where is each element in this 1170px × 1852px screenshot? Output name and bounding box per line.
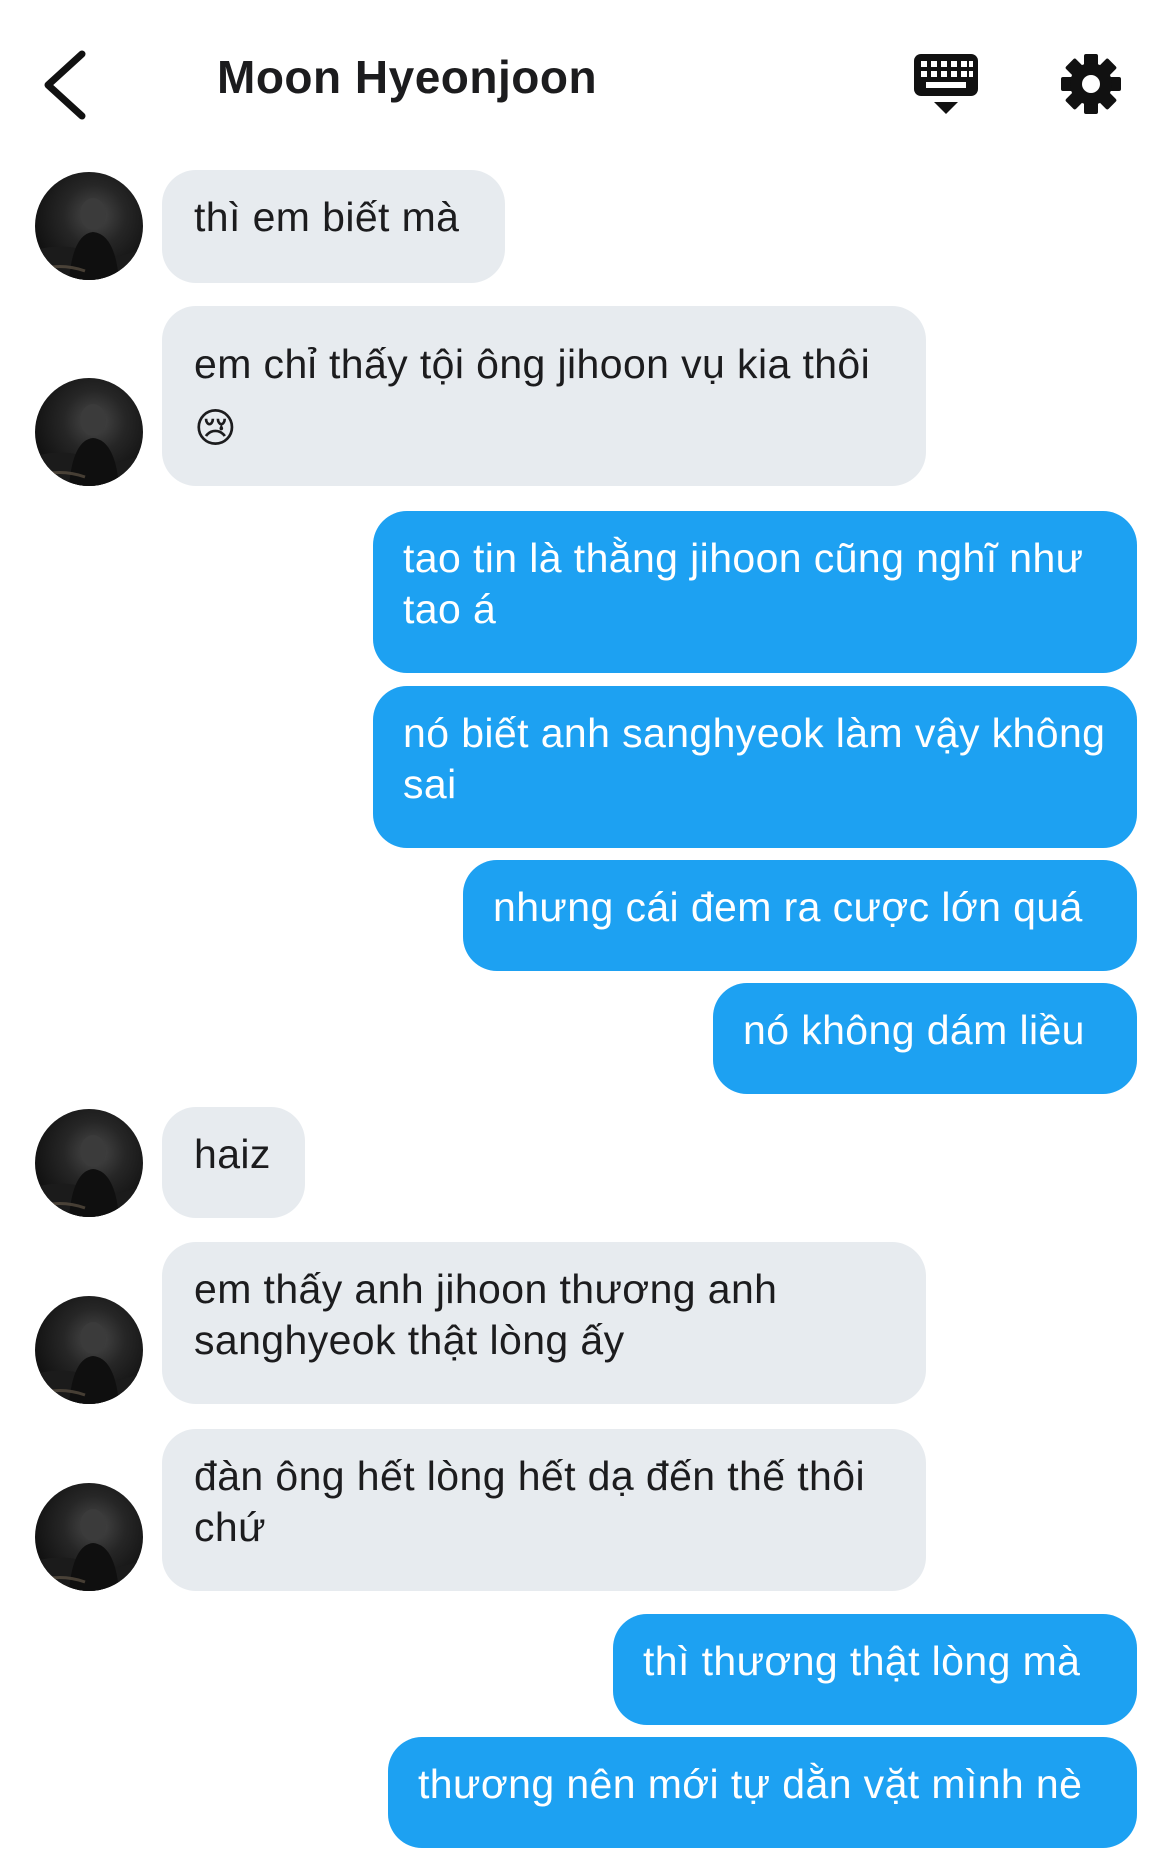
message-bubble-outgoing[interactable]: thương nên mới tự dằn vặt mình nè <box>388 1737 1137 1848</box>
message-bubble-incoming[interactable]: em thấy anh jihoon thương anh sanghyeok … <box>162 1242 926 1404</box>
avatar-photo <box>35 1509 143 1591</box>
message-bubble-incoming[interactable]: đàn ông hết lòng hết dạ đến thế thôi chứ <box>162 1429 926 1591</box>
avatar[interactable] <box>35 172 143 280</box>
message-bubble-outgoing[interactable]: thì thương thật lòng mà <box>613 1614 1137 1725</box>
message-list[interactable]: thì em biết mà em chỉ thấy tội ông jihoo… <box>0 0 1170 1852</box>
message-bubble-incoming[interactable]: thì em biết mà <box>162 170 505 283</box>
avatar[interactable] <box>35 378 143 486</box>
message-bubble-outgoing[interactable]: nó biết anh sanghyeok làm vậy không sai <box>373 686 1137 848</box>
avatar-photo <box>35 404 143 486</box>
avatar-photo <box>35 1135 143 1217</box>
message-bubble-outgoing[interactable]: nhưng cái đem ra cược lớn quá <box>463 860 1137 971</box>
message-bubble-outgoing[interactable]: nó không dám liều <box>713 983 1137 1094</box>
message-bubble-outgoing[interactable]: tao tin là thằng jihoon cũng nghĩ như ta… <box>373 511 1137 673</box>
avatar-photo <box>35 198 143 280</box>
message-bubble-incoming[interactable]: haiz <box>162 1107 305 1218</box>
avatar-photo <box>35 1322 143 1404</box>
avatar[interactable] <box>35 1109 143 1217</box>
message-bubble-incoming[interactable]: em chỉ thấy tội ông jihoon vụ kia thôi 😢 <box>162 306 926 486</box>
avatar[interactable] <box>35 1296 143 1404</box>
avatar[interactable] <box>35 1483 143 1591</box>
